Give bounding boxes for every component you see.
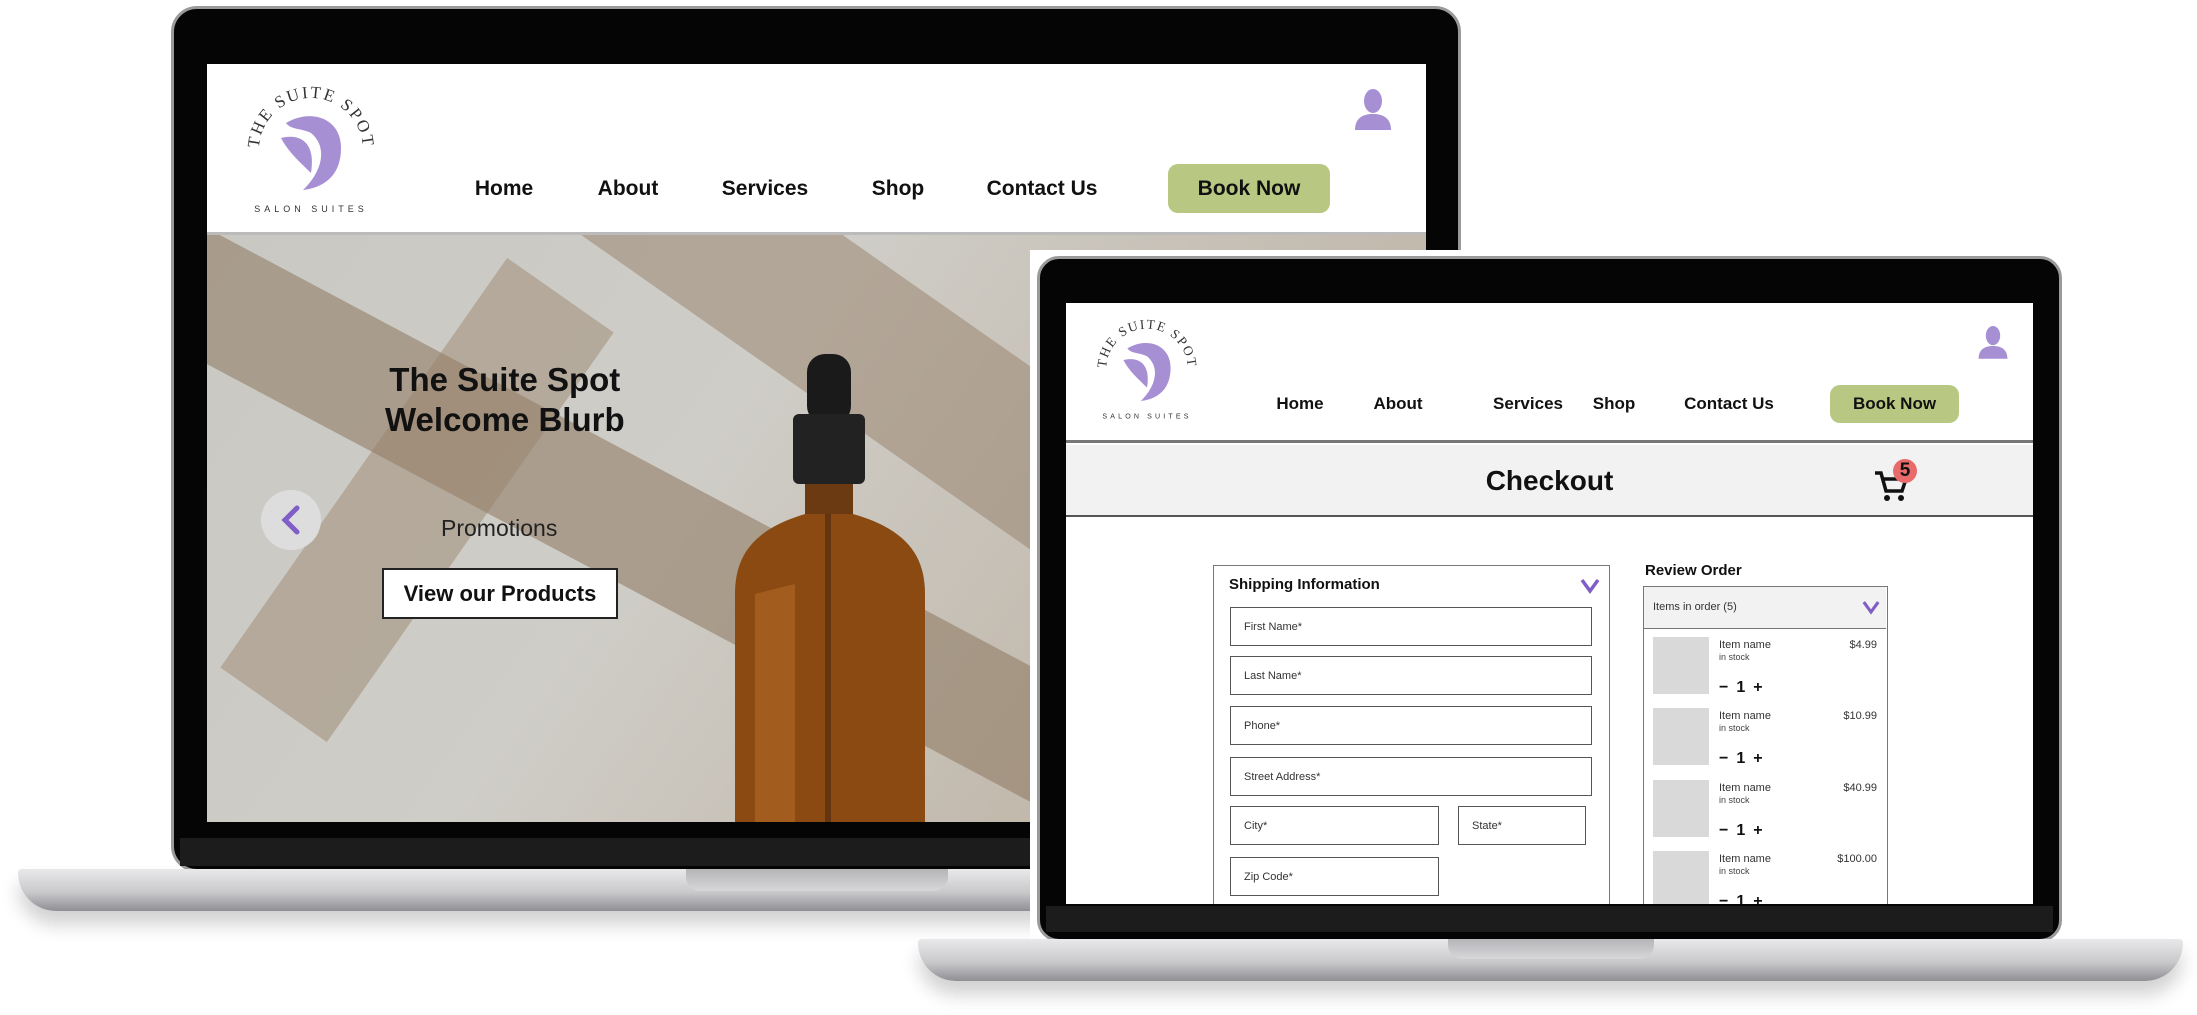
book-now-button[interactable]: Book Now [1168, 164, 1330, 213]
nav-home[interactable]: Home [1276, 394, 1323, 414]
svg-text:THE SUITE SPOT: THE SUITE SPOT [1094, 316, 1200, 368]
quantity-stepper: −1 + [1719, 822, 1763, 840]
review-order-title: Review Order [1645, 562, 1742, 579]
item-thumbnail [1653, 851, 1709, 904]
item-name: Item name [1719, 639, 1771, 651]
items-in-order-label: Items in order (5) [1653, 601, 1737, 613]
item-price: $10.99 [1843, 710, 1877, 722]
svg-text:THE SUITE SPOT: THE SUITE SPOT [244, 83, 378, 149]
item-price: $100.00 [1837, 853, 1877, 865]
zip-code-input[interactable]: Zip Code* [1230, 857, 1439, 896]
nav-shop[interactable]: Shop [872, 177, 925, 201]
nav-services[interactable]: Services [1493, 394, 1563, 414]
product-bottle-image [735, 354, 925, 822]
nav-about[interactable]: About [598, 177, 659, 201]
quantity-stepper: −1 + [1719, 679, 1763, 697]
quantity-stepper: −1 + [1719, 893, 1763, 904]
cart-button[interactable]: 5 [1873, 459, 1923, 505]
item-stock: in stock [1719, 652, 1750, 662]
state-input[interactable]: State* [1458, 806, 1586, 845]
chevron-down-icon[interactable] [1862, 600, 1880, 615]
chevron-left-icon [281, 505, 300, 535]
item-stock: in stock [1719, 723, 1750, 733]
quantity-stepper: −1 + [1719, 750, 1763, 768]
quantity-value: 1 [1736, 679, 1746, 696]
nav-shop[interactable]: Shop [1593, 394, 1636, 414]
view-products-button[interactable]: View our Products [382, 568, 618, 619]
nav-services[interactable]: Services [722, 177, 808, 201]
shipping-title: Shipping Information [1229, 576, 1380, 593]
street-address-input[interactable]: Street Address* [1230, 757, 1592, 796]
city-input[interactable]: City* [1230, 806, 1439, 845]
svg-text:SALON SUITES: SALON SUITES [254, 204, 368, 214]
item-price: $40.99 [1843, 782, 1877, 794]
item-name: Item name [1719, 710, 1771, 722]
site-header: THE SUITE SPOT SALON SUITES Home About S… [207, 64, 1426, 235]
cart-count-badge: 5 [1893, 459, 1917, 483]
nav-about[interactable]: About [1373, 394, 1422, 414]
user-icon[interactable] [1977, 325, 2009, 359]
item-stock: in stock [1719, 866, 1750, 876]
site-header: THE SUITE SPOT SALON SUITES Home About S… [1066, 303, 2033, 443]
first-name-input[interactable]: First Name* [1230, 607, 1592, 646]
chevron-down-icon[interactable] [1580, 578, 1600, 594]
item-thumbnail [1653, 708, 1709, 765]
item-price: $4.99 [1849, 639, 1877, 651]
quantity-value: 1 [1736, 822, 1746, 839]
item-thumbnail [1653, 780, 1709, 837]
hero-title-line2: Welcome Blurb [385, 401, 625, 438]
laptop-notch [1448, 939, 1654, 959]
increase-button[interactable]: + [1753, 893, 1762, 904]
user-icon[interactable] [1353, 88, 1393, 130]
quantity-value: 1 [1736, 750, 1746, 767]
decrease-button[interactable]: − [1719, 893, 1728, 904]
decrease-button[interactable]: − [1719, 750, 1728, 768]
item-stock: in stock [1719, 795, 1750, 805]
nav-contact-us[interactable]: Contact Us [987, 177, 1098, 201]
svg-text:SALON SUITES: SALON SUITES [1102, 413, 1191, 420]
item-thumbnail [1653, 637, 1709, 694]
item-name: Item name [1719, 782, 1771, 794]
laptop-notch [686, 869, 948, 891]
item-name: Item name [1719, 853, 1771, 865]
hero-title: The Suite Spot Welcome Blurb [385, 360, 625, 440]
decrease-button[interactable]: − [1719, 679, 1728, 697]
increase-button[interactable]: + [1753, 822, 1762, 840]
increase-button[interactable]: + [1753, 679, 1762, 697]
hero-title-line1: The Suite Spot [389, 361, 621, 398]
checkout-screen: THE SUITE SPOT SALON SUITES Home About S… [1066, 303, 2033, 904]
nav-home[interactable]: Home [475, 177, 533, 201]
items-in-order-header[interactable]: Items in order (5) [1644, 587, 1886, 629]
hero-promotions: Promotions [441, 515, 558, 541]
carousel-prev-button[interactable] [261, 490, 321, 550]
phone-input[interactable]: Phone* [1230, 706, 1592, 745]
laptop-chin [1046, 906, 2053, 932]
logo: THE SUITE SPOT SALON SUITES [1094, 316, 1200, 420]
decrease-button[interactable]: − [1719, 822, 1728, 840]
increase-button[interactable]: + [1753, 750, 1762, 768]
last-name-input[interactable]: Last Name* [1230, 656, 1592, 695]
nav-contact-us[interactable]: Contact Us [1684, 394, 1774, 414]
quantity-value: 1 [1736, 893, 1746, 904]
checkout-bar: Checkout 5 [1066, 445, 2033, 517]
book-now-button[interactable]: Book Now [1830, 385, 1959, 423]
logo: THE SUITE SPOT SALON SUITES [244, 83, 378, 214]
